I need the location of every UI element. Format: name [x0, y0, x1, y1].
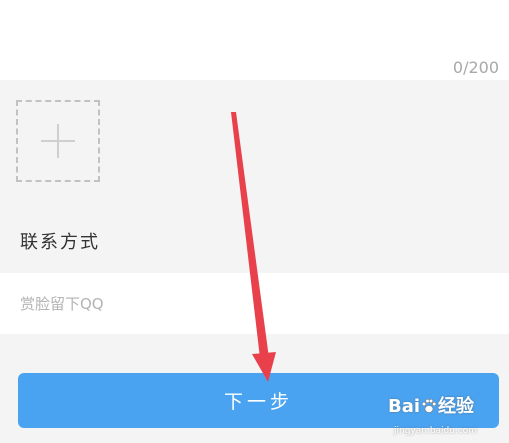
contact-field-row [0, 273, 509, 334]
contact-section-title: 联系方式 [20, 232, 100, 253]
feedback-textarea[interactable]: 0/200 [0, 0, 509, 80]
char-counter: 0/200 [452, 58, 499, 77]
contact-input[interactable] [0, 273, 509, 334]
plus-icon [41, 124, 75, 158]
next-step-button[interactable]: 下一步 [18, 373, 499, 428]
add-image-button[interactable] [16, 100, 100, 182]
